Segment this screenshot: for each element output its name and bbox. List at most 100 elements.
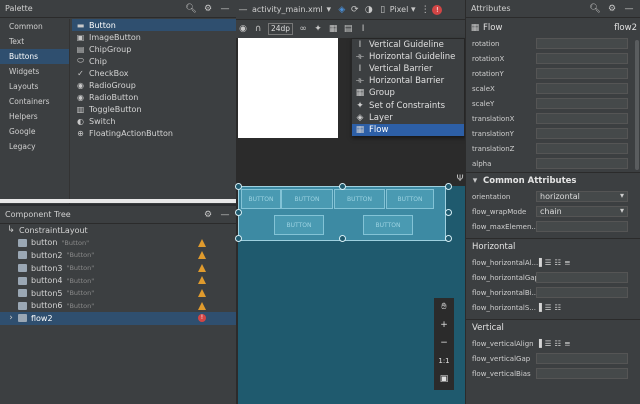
gear-icon[interactable]: ⚙	[203, 4, 213, 14]
palette-category-helpers[interactable]: Helpers	[0, 109, 69, 124]
palette-category-buttons[interactable]: Buttons	[0, 49, 69, 64]
warning-icon[interactable]	[198, 263, 206, 272]
attribute-value-field[interactable]	[536, 53, 628, 64]
palette-category-common[interactable]: Common	[0, 19, 69, 34]
constraint-handle[interactable]	[445, 183, 452, 190]
menu-item-vertical-barrier[interactable]: I Vertical Barrier	[352, 63, 464, 75]
warning-icon[interactable]	[198, 288, 206, 297]
tree-item-button6[interactable]: button6 "Button"	[0, 300, 236, 313]
device-icon[interactable]: ▯	[378, 5, 388, 15]
warning-icon[interactable]	[198, 251, 206, 260]
attribute-value-field[interactable]	[536, 98, 628, 109]
palette-item-checkbox[interactable]: ✓ CheckBox	[72, 67, 236, 79]
zoom-in-button[interactable]: +	[437, 318, 451, 332]
constraint-handle[interactable]	[235, 209, 242, 216]
layers-icon[interactable]: ◈	[337, 5, 347, 15]
design-surface[interactable]	[238, 38, 338, 138]
attribute-value-field[interactable]	[536, 158, 628, 169]
orientation-icon[interactable]: ⟳	[350, 5, 360, 15]
palette-item-button[interactable]: ▬ Button	[72, 19, 236, 32]
attribute-value-field[interactable]	[536, 68, 628, 79]
palette-item-chip[interactable]: ⬭ Chip	[72, 55, 236, 67]
alignment-option-icon[interactable]: ☷	[555, 303, 562, 312]
palette-category-text[interactable]: Text	[0, 34, 69, 49]
warning-icon[interactable]	[198, 238, 206, 247]
attribute-value-field[interactable]	[536, 272, 628, 283]
default-margin-field[interactable]: 24dp	[268, 23, 294, 35]
constraint-handle[interactable]	[339, 183, 346, 190]
night-mode-icon[interactable]: ◑	[364, 5, 374, 15]
flow-selection[interactable]: BUTTON BUTTON BUTTON BUTTON BUTTON BUTTON	[235, 183, 452, 242]
pack-icon[interactable]: ▦	[328, 24, 338, 34]
constraint-handle[interactable]	[235, 235, 242, 242]
palette-item-radiogroup[interactable]: ◉ RadioGroup	[72, 79, 236, 91]
palette-category-legacy[interactable]: Legacy	[0, 139, 69, 154]
minimize-icon[interactable]: —	[624, 4, 634, 14]
menu-item-group[interactable]: ▦ Group	[352, 87, 464, 99]
blueprint-button[interactable]: BUTTON	[363, 215, 413, 235]
search-icon[interactable]: 🔍︎	[185, 4, 196, 14]
gear-icon[interactable]: ⚙	[203, 210, 213, 220]
palette-item-togglebutton[interactable]: ▥ ToggleButton	[72, 104, 236, 116]
blueprint-button[interactable]: BUTTON	[241, 189, 281, 209]
blueprint-button[interactable]: BUTTON	[386, 189, 434, 209]
palette-item-imagebutton[interactable]: ▣ ImageButton	[72, 31, 236, 43]
error-icon[interactable]: !	[198, 314, 206, 323]
alignment-option-icon[interactable]: ☷	[555, 339, 562, 348]
attribute-value-field[interactable]: horizontal	[536, 191, 628, 202]
palette-item-switch[interactable]: ◐ Switch	[72, 116, 236, 128]
tree-item-button2[interactable]: button2 "Button"	[0, 249, 236, 262]
more-icon[interactable]: ⋮	[420, 5, 430, 15]
attribute-value-field[interactable]: chain	[536, 206, 628, 217]
guidelines-icon[interactable]: I	[358, 24, 368, 34]
alignment-option-icon[interactable]: ☰	[545, 339, 552, 348]
chevron-down-icon[interactable]: ▾	[470, 176, 480, 186]
common-attributes-section[interactable]: ▾ Common Attributes	[466, 172, 640, 189]
minimize-icon[interactable]: —	[220, 4, 230, 14]
blueprint-button[interactable]: BUTTON	[334, 189, 385, 209]
clear-constraints-icon[interactable]: ∞	[298, 24, 308, 34]
alignment-option-icon[interactable]: ☰	[545, 303, 552, 312]
attribute-value-field[interactable]	[536, 143, 628, 154]
file-tab[interactable]: activity_main.xml	[252, 5, 323, 14]
warning-icon[interactable]	[198, 301, 206, 310]
infer-constraints-icon[interactable]: ✦	[313, 24, 323, 34]
blueprint-button[interactable]: BUTTON	[281, 189, 333, 209]
palette-category-google[interactable]: Google	[0, 124, 69, 139]
menu-item-layer[interactable]: ◈ Layer	[352, 112, 464, 124]
chevron-down-icon[interactable]: ▾	[408, 5, 418, 15]
menu-item-vertical-guideline[interactable]: I Vertical Guideline	[352, 39, 464, 51]
align-icon[interactable]: ▤	[343, 24, 353, 34]
search-icon[interactable]: 🔍︎	[589, 4, 600, 14]
attributes-scrollbar[interactable]	[635, 40, 639, 170]
alignment-option-icon[interactable]: ☷	[555, 258, 562, 267]
constraint-handle[interactable]	[339, 235, 346, 242]
palette-category-widgets[interactable]: Widgets	[0, 64, 69, 79]
menu-item-horizontal-guideline[interactable]: ⟛ Horizontal Guideline	[352, 51, 464, 63]
alignment-option-icon[interactable]: ▐	[536, 303, 542, 312]
fit-screen-icon[interactable]: ▣	[437, 372, 451, 386]
attribute-value-field[interactable]	[536, 221, 628, 232]
menu-item-set-of-constraints[interactable]: ✦ Set of Constraints	[352, 99, 464, 111]
tree-item-button3[interactable]: button3 "Button"	[0, 262, 236, 275]
attribute-value-field[interactable]	[536, 83, 628, 94]
tree-item-button5[interactable]: button5 "Button"	[0, 287, 236, 300]
chevron-right-icon[interactable]: ›	[6, 313, 16, 323]
palette-category-containers[interactable]: Containers	[0, 94, 69, 109]
attribute-value-field[interactable]	[536, 368, 628, 379]
tree-item-flow2[interactable]: › flow2!	[0, 312, 236, 325]
minimize-icon[interactable]: —	[238, 5, 248, 15]
tree-item-button4[interactable]: button4 "Button"	[0, 274, 236, 287]
magnet-icon[interactable]: ∩	[253, 24, 263, 34]
pan-hand-icon[interactable]: ✋︎	[437, 300, 451, 314]
tree-item-button[interactable]: button "Button"	[0, 237, 236, 250]
palette-category-layouts[interactable]: Layouts	[0, 79, 69, 94]
warning-icon[interactable]	[198, 276, 206, 285]
menu-item-flow[interactable]: ▦ Flow	[352, 123, 464, 136]
menu-item-horizontal-barrier[interactable]: ⟛ Horizontal Barrier	[352, 75, 464, 87]
zoom-out-button[interactable]: −	[437, 336, 451, 350]
panel-divider[interactable]	[0, 199, 236, 203]
constraint-handle[interactable]	[445, 209, 452, 216]
alignment-option-icon[interactable]: ≡	[564, 339, 570, 348]
constraint-handle[interactable]	[235, 183, 242, 190]
